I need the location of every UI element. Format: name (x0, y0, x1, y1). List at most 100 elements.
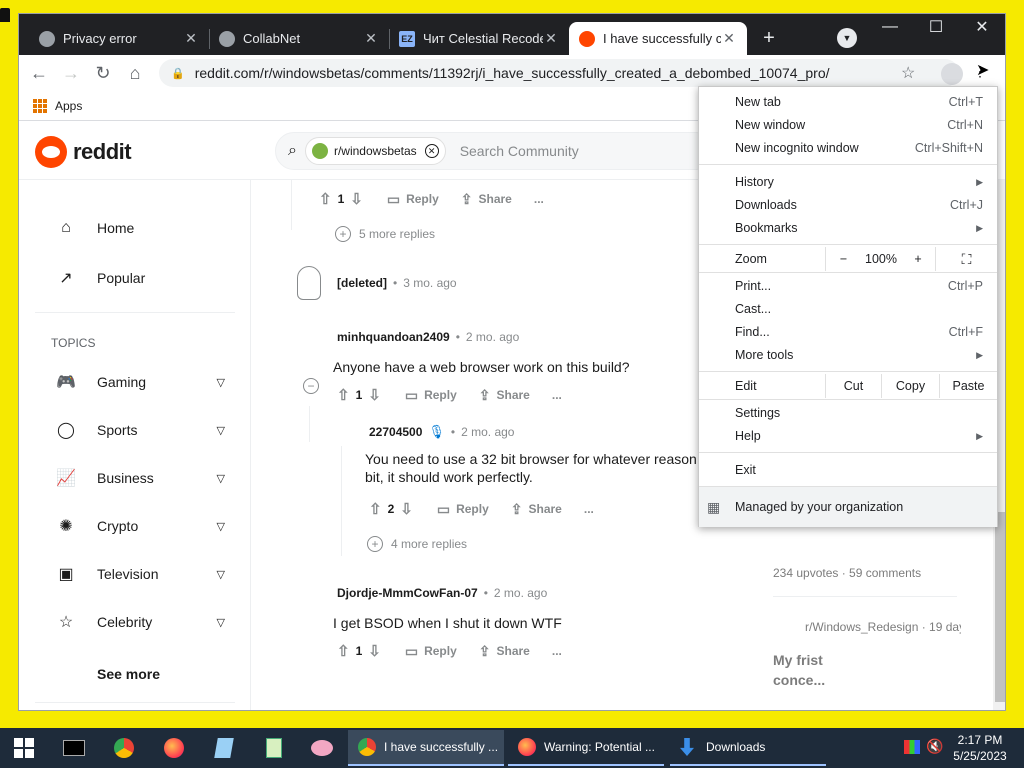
taskbar-task-firefox[interactable]: Warning: Potential ... (508, 730, 664, 766)
community-filter-chip[interactable]: r/windowsbetas ✕ (304, 137, 446, 165)
sidebar-item-home[interactable]: ⌂ Home (55, 214, 225, 242)
minimize-button[interactable]: — (867, 14, 913, 40)
clear-chip-icon[interactable]: ✕ (424, 144, 439, 158)
close-window-button[interactable]: ✕ (959, 14, 1005, 40)
reply-button[interactable]: ▭ Reply (405, 643, 457, 660)
related-post-title[interactable]: My frist conce... (773, 650, 825, 690)
menu-item-new-window[interactable]: New window Ctrl+N (699, 114, 997, 136)
sidebar-item-business[interactable]: 📈 Business ▽ (55, 464, 225, 492)
menu-item-cast[interactable]: Cast... (699, 298, 997, 320)
close-icon[interactable]: ✕ (721, 30, 737, 47)
taskbar-task-downloads[interactable]: Downloads (670, 730, 826, 766)
address-bar[interactable]: 🔒 reddit.com/r/windowsbetas/comments/113… (159, 59, 959, 87)
tab-collabnet[interactable]: CollabNet ✕ (209, 22, 389, 55)
comment-author[interactable]: [deleted] (337, 276, 387, 290)
downvote-icon[interactable]: ⇩ (368, 642, 381, 660)
zoom-in-button[interactable]: + (901, 252, 935, 266)
bookmark-star-icon[interactable]: ☆ (901, 63, 915, 83)
upvote-icon[interactable]: ⇧ (337, 642, 350, 660)
menu-item-find[interactable]: Find... Ctrl+F (699, 321, 997, 343)
apps-bookmark[interactable]: Apps (55, 99, 82, 113)
sidebar-item-celebrity[interactable]: ☆ Celebrity ▽ (55, 608, 225, 636)
downvote-icon[interactable]: ⇩ (350, 190, 363, 208)
menu-item-exit[interactable]: Exit (699, 459, 997, 481)
firefox-icon[interactable] (154, 732, 194, 764)
copy-button[interactable]: Copy (881, 374, 939, 398)
menu-item-label: Managed by your organization (735, 500, 904, 514)
menu-item-settings[interactable]: Settings (699, 402, 997, 424)
paint-icon[interactable] (302, 732, 342, 764)
upvote-icon[interactable]: ⇧ (319, 190, 332, 208)
sidebar-item-popular[interactable]: ↗ Popular (55, 264, 225, 292)
see-more-link[interactable]: See more (97, 666, 160, 682)
share-button[interactable]: ⇪ Share (479, 643, 530, 660)
scrollbar-thumb[interactable] (995, 512, 1005, 702)
related-post-meta[interactable]: r/Windows_Redesign · 19 day (805, 620, 961, 634)
terminal-icon[interactable] (54, 732, 94, 764)
menu-item-new-incognito[interactable]: New incognito window Ctrl+Shift+N (699, 137, 997, 159)
close-icon[interactable]: ✕ (183, 30, 199, 47)
sidebar-item-sports[interactable]: ◯ Sports ▽ (55, 416, 225, 444)
downvote-icon[interactable]: ⇩ (368, 386, 381, 404)
maximize-button[interactable]: ☐ (913, 14, 959, 40)
profile-avatar-icon[interactable] (941, 63, 963, 85)
system-clock[interactable]: 2:17 PM 5/25/2023 (944, 732, 1016, 764)
share-button[interactable]: ⇪ Share (511, 501, 562, 518)
downvote-icon[interactable]: ⇩ (400, 500, 413, 518)
collapse-icon[interactable]: − (303, 378, 319, 394)
menu-item-more-tools[interactable]: More tools ▶ (699, 344, 997, 366)
menu-item-help[interactable]: Help ▶ (699, 425, 997, 447)
upvote-icon[interactable]: ⇧ (337, 386, 350, 404)
spreadsheet-icon[interactable] (254, 732, 294, 764)
notepad-icon[interactable] (204, 732, 244, 764)
search-bar[interactable]: ⌕ r/windowsbetas ✕ Search Community (275, 132, 715, 170)
paste-button[interactable]: Paste (939, 374, 997, 398)
share-button[interactable]: ⇪ Share (461, 191, 512, 208)
chrome-icon[interactable] (104, 732, 144, 764)
comment-author[interactable]: minhquandoan2409 (337, 330, 450, 344)
menu-item-new-tab[interactable]: New tab Ctrl+T (699, 91, 997, 113)
download-folder-icon (680, 738, 694, 756)
sidebar-item-crypto[interactable]: ✺ Crypto ▽ (55, 512, 225, 540)
home-button[interactable]: ⌂ (121, 59, 149, 87)
cut-button[interactable]: Cut (825, 374, 881, 398)
taskbar-task-chrome[interactable]: I have successfully ... (348, 730, 504, 766)
comment-author[interactable]: Djordje-MmmCowFan-07 (337, 586, 478, 600)
back-button[interactable]: ← (25, 59, 53, 87)
more-options-button[interactable]: ... (552, 644, 562, 658)
tab-reddit-active[interactable]: I have successfully cre ✕ (569, 22, 747, 55)
reddit-logo[interactable]: reddit (35, 136, 132, 168)
close-icon[interactable]: ✕ (363, 30, 379, 47)
tab-search-icon[interactable]: ▼ (837, 28, 857, 48)
reload-button[interactable]: ↻ (89, 59, 117, 87)
reply-button[interactable]: ▭ Reply (437, 501, 489, 518)
comment-author[interactable]: 22704500 (369, 425, 422, 439)
menu-item-managed[interactable]: ▦ Managed by your organization (699, 487, 997, 527)
share-button[interactable]: ⇪ Share (479, 387, 530, 404)
upvote-icon[interactable]: ⇧ (369, 500, 382, 518)
zoom-out-button[interactable]: − (825, 247, 861, 271)
reply-button[interactable]: ▭ Reply (405, 387, 457, 404)
color-tray-icon[interactable] (904, 740, 920, 754)
expand-icon: + (367, 536, 383, 552)
menu-item-print[interactable]: Print... Ctrl+P (699, 275, 997, 297)
more-options-button[interactable]: ... (534, 192, 544, 206)
fullscreen-icon[interactable]: ⛶ (935, 247, 997, 271)
menu-item-history[interactable]: History ▶ (699, 171, 997, 193)
more-options-button[interactable]: ... (584, 502, 594, 516)
more-replies-link[interactable]: + 4 more replies (367, 536, 467, 552)
sidebar-item-gaming[interactable]: 🎮 Gaming ▽ (55, 368, 225, 396)
tab-celestial-recode[interactable]: EZ Чит Celestial Recode | ✕ (389, 22, 569, 55)
tab-privacy-error[interactable]: Privacy error ✕ (29, 22, 209, 55)
sidebar-item-television[interactable]: ▣ Television ▽ (55, 560, 225, 588)
start-button[interactable] (4, 732, 44, 764)
more-replies-link[interactable]: + 5 more replies (335, 226, 435, 242)
menu-item-bookmarks[interactable]: Bookmarks ▶ (699, 217, 997, 239)
forward-button[interactable]: → (57, 59, 85, 87)
volume-muted-icon[interactable]: 🔇 (926, 738, 943, 755)
more-options-button[interactable]: ... (552, 388, 562, 402)
reply-button[interactable]: ▭ Reply (387, 191, 439, 208)
menu-item-downloads[interactable]: Downloads Ctrl+J (699, 194, 997, 216)
new-tab-button[interactable]: + (757, 26, 781, 50)
close-icon[interactable]: ✕ (543, 30, 559, 47)
